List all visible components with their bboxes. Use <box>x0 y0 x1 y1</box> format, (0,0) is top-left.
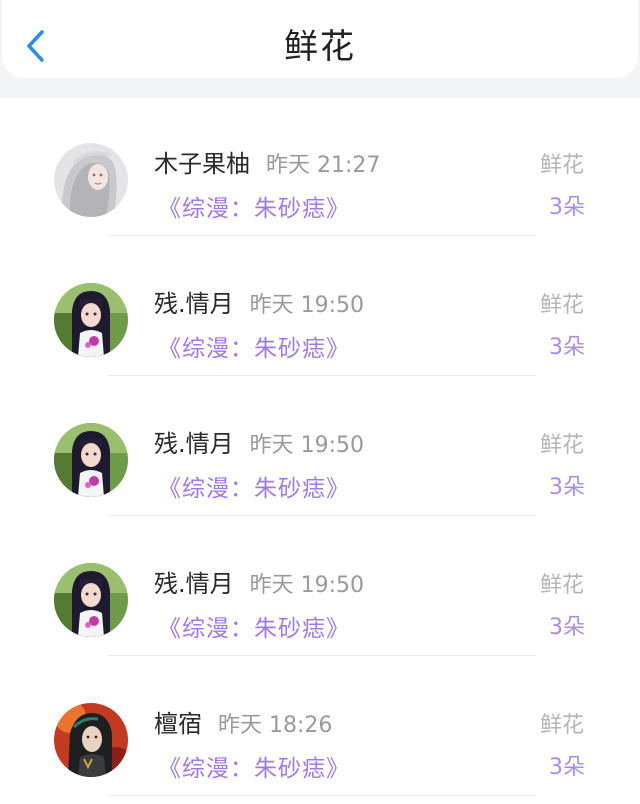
list-item[interactable]: 残.情月 昨天 19:50 《综漫：朱砂痣》 鲜花 3朵 <box>0 518 640 658</box>
gift-record-list: 木子果柚 昨天 21:27 《综漫：朱砂痣》 鲜花 3朵 残.情月 昨天 19:… <box>0 98 640 804</box>
book-title[interactable]: 《综漫：朱砂痣》 <box>158 609 350 643</box>
avatar[interactable] <box>54 423 128 497</box>
book-title[interactable]: 《综漫：朱砂痣》 <box>158 189 350 223</box>
user-name-line: 木子果柚 昨天 21:27 <box>154 144 380 179</box>
divider <box>108 375 536 376</box>
user-name-line: 檀宿 昨天 18:26 <box>154 704 332 739</box>
timestamp: 昨天 21:27 <box>266 153 381 178</box>
user-name-line: 残.情月 昨天 19:50 <box>154 424 364 459</box>
top-bar: 鲜花 <box>2 0 638 78</box>
book-title[interactable]: 《综漫：朱砂痣》 <box>158 469 350 503</box>
book-title[interactable]: 《综漫：朱砂痣》 <box>158 329 350 363</box>
list-item[interactable]: 残.情月 昨天 19:50 《综漫：朱砂痣》 鲜花 3朵 <box>0 378 640 518</box>
list-item[interactable]: 残.情月 昨天 19:50 《综漫：朱砂痣》 鲜花 3朵 <box>0 238 640 378</box>
gift-label: 鲜花 <box>539 153 584 178</box>
divider <box>108 655 536 656</box>
user-name: 残.情月 <box>154 570 234 598</box>
page-title: 鲜花 <box>284 27 356 67</box>
divider <box>108 795 536 796</box>
divider <box>108 515 536 516</box>
gift-count: 3朵 <box>549 615 585 640</box>
avatar[interactable] <box>54 703 128 777</box>
avatar[interactable] <box>54 563 128 637</box>
gift-label: 鲜花 <box>539 293 584 318</box>
gift-count: 3朵 <box>549 755 585 780</box>
timestamp: 昨天 19:50 <box>249 293 365 318</box>
user-name: 木子果柚 <box>154 150 250 178</box>
timestamp: 昨天 19:50 <box>249 433 365 458</box>
user-name-line: 残.情月 昨天 19:50 <box>154 564 364 599</box>
book-title[interactable]: 《综漫：朱砂痣》 <box>158 749 350 783</box>
user-name: 檀宿 <box>154 710 202 738</box>
gift-count: 3朵 <box>549 195 585 220</box>
gift-count: 3朵 <box>549 475 585 500</box>
user-name: 残.情月 <box>154 290 234 318</box>
timestamp: 昨天 19:50 <box>249 573 365 598</box>
divider <box>108 235 536 236</box>
list-item[interactable]: 檀宿 昨天 18:26 《综漫：朱砂痣》 鲜花 3朵 <box>0 658 640 798</box>
gift-label: 鲜花 <box>539 713 584 738</box>
gift-label: 鲜花 <box>539 433 584 458</box>
user-name: 残.情月 <box>154 430 234 458</box>
avatar[interactable] <box>54 283 128 357</box>
gift-label: 鲜花 <box>539 573 584 598</box>
timestamp: 昨天 18:26 <box>218 713 333 738</box>
list-item[interactable]: 木子果柚 昨天 21:27 《综漫：朱砂痣》 鲜花 3朵 <box>0 98 640 238</box>
avatar[interactable] <box>54 143 128 217</box>
user-name-line: 残.情月 昨天 19:50 <box>154 284 364 319</box>
gift-count: 3朵 <box>549 335 585 360</box>
